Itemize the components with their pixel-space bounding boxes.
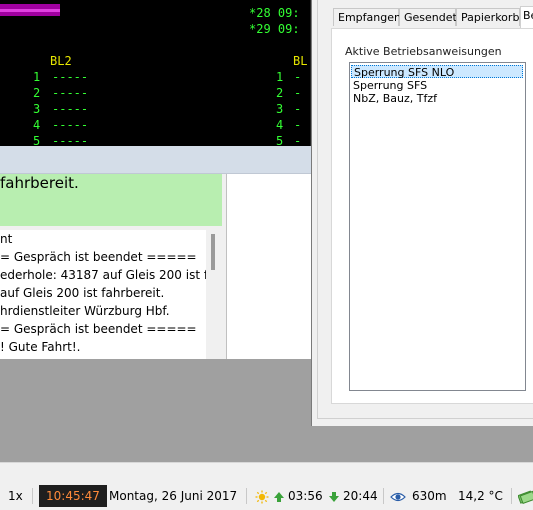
log-line: nt [0, 232, 13, 246]
sun-icon [255, 485, 269, 507]
block-row-value: ----- [52, 70, 89, 84]
log-line: hrdienstleiter Würzburg Hbf. [0, 304, 170, 318]
divider [32, 488, 33, 504]
block-row-value-right: - [294, 86, 302, 100]
window-titlebar[interactable] [0, 146, 312, 174]
list-item[interactable]: Sperrung SFS NLO [351, 65, 523, 79]
track-occupancy-line [0, 9, 60, 12]
communication-window: fahrbereit. nt = Gespräch ist beendet ==… [0, 146, 312, 359]
block-row-value-right: - [294, 118, 302, 132]
block-row-num-right: 1 [276, 70, 284, 84]
tab-betriebsanweisungen[interactable]: Be [520, 6, 533, 28]
block-row-num-right: 2 [276, 86, 284, 100]
block-row-num-right: 4 [276, 118, 284, 132]
arrow-up-icon [273, 485, 285, 507]
block-row-value-right: - [294, 134, 302, 146]
log-line: auf Gleis 200 ist fahrbereit. [0, 286, 165, 300]
block-row-value: ----- [52, 102, 89, 116]
temperature: 14,2 °C [458, 489, 503, 503]
divider [246, 488, 247, 504]
sunrise-time: 03:56 [288, 489, 323, 503]
call-status-text: fahrbereit. [0, 174, 79, 192]
log-line: = Gespräch ist beendet ===== [0, 250, 197, 264]
block-row-num-right: 3 [276, 102, 284, 116]
eye-icon [390, 485, 406, 507]
speed-factor[interactable]: 1x [8, 485, 23, 507]
money-icon[interactable] [518, 485, 533, 507]
block-row-value-right: - [294, 102, 302, 116]
log-line: = Gespräch ist beendet ===== [0, 322, 197, 336]
list-item[interactable]: Sperrung SFS [351, 79, 523, 92]
call-status-panel: fahrbereit. [0, 174, 222, 226]
status-bar: 1x 10:45:47 Montag, 26 Juni 2017 03:56 2… [0, 462, 533, 510]
tab-panel: Aktive Betriebsanweisungen Sperrung SFS … [331, 28, 533, 404]
block-row-num-right: 5 [276, 134, 284, 146]
log-line: ! Gute Fahrt!. [0, 340, 81, 354]
tab-gesendet[interactable]: Gesendet [399, 8, 457, 26]
sim-clock: 10:45:47 [39, 485, 107, 507]
workspace-background [0, 359, 312, 462]
block-header-left: BL2 [50, 54, 72, 68]
block-row-value: ----- [52, 86, 89, 100]
tab-papierkorb[interactable]: Papierkorb [456, 8, 520, 26]
scrollbar-thumb[interactable] [211, 234, 215, 270]
reply-pane[interactable] [226, 174, 312, 359]
block-header-right: BL [293, 54, 308, 68]
sim-date: Montag, 26 Juni 2017 [109, 489, 238, 503]
block-monitor: *28 09: *29 09: BL2 BL 1 ----- 2 ----- 3… [0, 0, 312, 146]
instruction-list[interactable]: Sperrung SFS NLO Sperrung SFS NbZ, Bauz,… [349, 62, 526, 391]
divider [383, 488, 384, 504]
block-row-num: 2 [33, 86, 41, 100]
visibility: 630m [412, 489, 447, 503]
sunset-time: 20:44 [343, 489, 378, 503]
log-scrollbar[interactable] [206, 230, 220, 359]
divider [511, 488, 512, 504]
train-time-1: *28 09: [249, 6, 300, 20]
list-label: Aktive Betriebsanweisungen [345, 45, 502, 58]
list-item[interactable]: NbZ, Bauz, Tfzf [351, 92, 523, 105]
block-row-num: 3 [33, 102, 41, 116]
block-row-value: ----- [52, 134, 89, 146]
block-row-num: 4 [33, 118, 41, 132]
log-line: ederhole: 43187 auf Gleis 200 ist fahr [0, 268, 206, 282]
conversation-log: nt = Gespräch ist beendet ===== ederhole… [0, 230, 206, 359]
arrow-down-icon [328, 485, 340, 507]
train-time-2: *29 09: [249, 22, 300, 36]
block-row-value-right: - [294, 70, 302, 84]
tab-empfangen[interactable]: Empfangen [333, 8, 401, 26]
block-row-value: ----- [52, 118, 89, 132]
block-row-num: 1 [33, 70, 41, 84]
messages-window: Empfangen Gesendet Papierkorb Be Aktive … [311, 0, 533, 426]
block-row-num: 5 [33, 134, 41, 146]
